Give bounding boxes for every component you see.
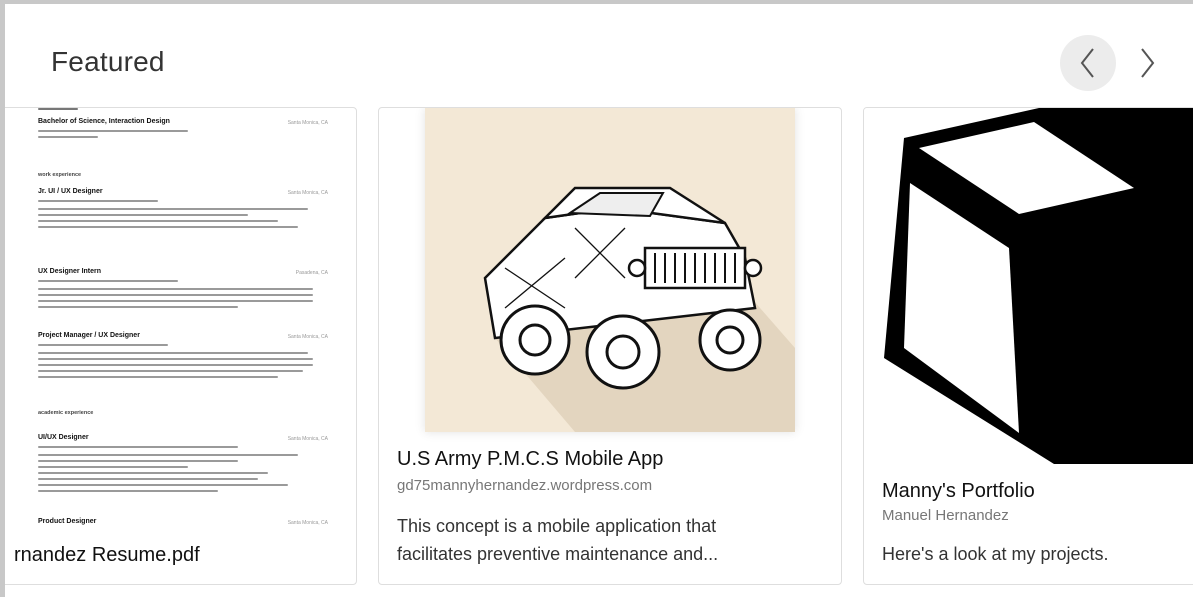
carousel-next-button[interactable] <box>1119 35 1175 91</box>
doc-heading: Jr. UI / UX Designer <box>38 188 103 195</box>
chevron-right-icon <box>1141 48 1155 78</box>
section-title: Featured <box>51 46 165 77</box>
card-title[interactable]: Manny's Portfolio <box>882 480 1035 503</box>
featured-card-army-app[interactable]: U.S Army P.M.C.S Mobile App gd75mannyher… <box>378 107 842 585</box>
doc-heading: Bachelor of Science, Interaction Design <box>38 118 170 125</box>
doc-heading: UI/UX Designer <box>38 434 89 441</box>
doc-heading: Product Designer <box>38 518 97 525</box>
doc-heading: Project Manager / UX Designer <box>38 332 140 339</box>
doc-location: Santa Monica, CA <box>287 520 328 526</box>
chevron-left-icon <box>1080 48 1094 78</box>
doc-heading: UX Designer Intern <box>38 268 102 275</box>
card-description-line-1: This concept is a mobile application tha… <box>397 516 717 536</box>
card-title[interactable]: rnandez Resume.pdf <box>14 544 200 567</box>
card-title[interactable]: U.S Army P.M.C.S Mobile App <box>397 448 663 471</box>
card-description: Here's a look at my projects. <box>882 544 1109 564</box>
doc-location: Santa Monica, CA <box>287 120 328 126</box>
card-subtitle: gd75mannyhernandez.wordpress.com <box>397 477 653 494</box>
humvee-illustration <box>425 108 795 432</box>
doc-section: academic experience <box>38 410 94 416</box>
cube-icon <box>864 108 1193 464</box>
resume-preview: Bachelor of Science, Interaction Design … <box>38 108 328 528</box>
doc-location: Santa Monica, CA <box>287 334 328 340</box>
featured-card-portfolio[interactable]: Manny's Portfolio Manuel Hernandez Here'… <box>863 107 1193 585</box>
featured-panel: Featured Bachelor of Science, Interactio… <box>0 0 1193 597</box>
doc-location: Santa Monica, CA <box>287 436 328 442</box>
doc-section: work experience <box>38 172 82 178</box>
doc-location: Pasadena, CA <box>295 270 328 276</box>
carousel-prev-button[interactable] <box>1060 35 1116 91</box>
featured-card-resume[interactable]: Bachelor of Science, Interaction Design … <box>5 107 357 585</box>
card-subtitle: Manuel Hernandez <box>882 507 1009 524</box>
doc-location: Santa Monica, CA <box>287 190 328 196</box>
card-description-line-2: facilitates preventive maintenance and..… <box>397 544 719 564</box>
